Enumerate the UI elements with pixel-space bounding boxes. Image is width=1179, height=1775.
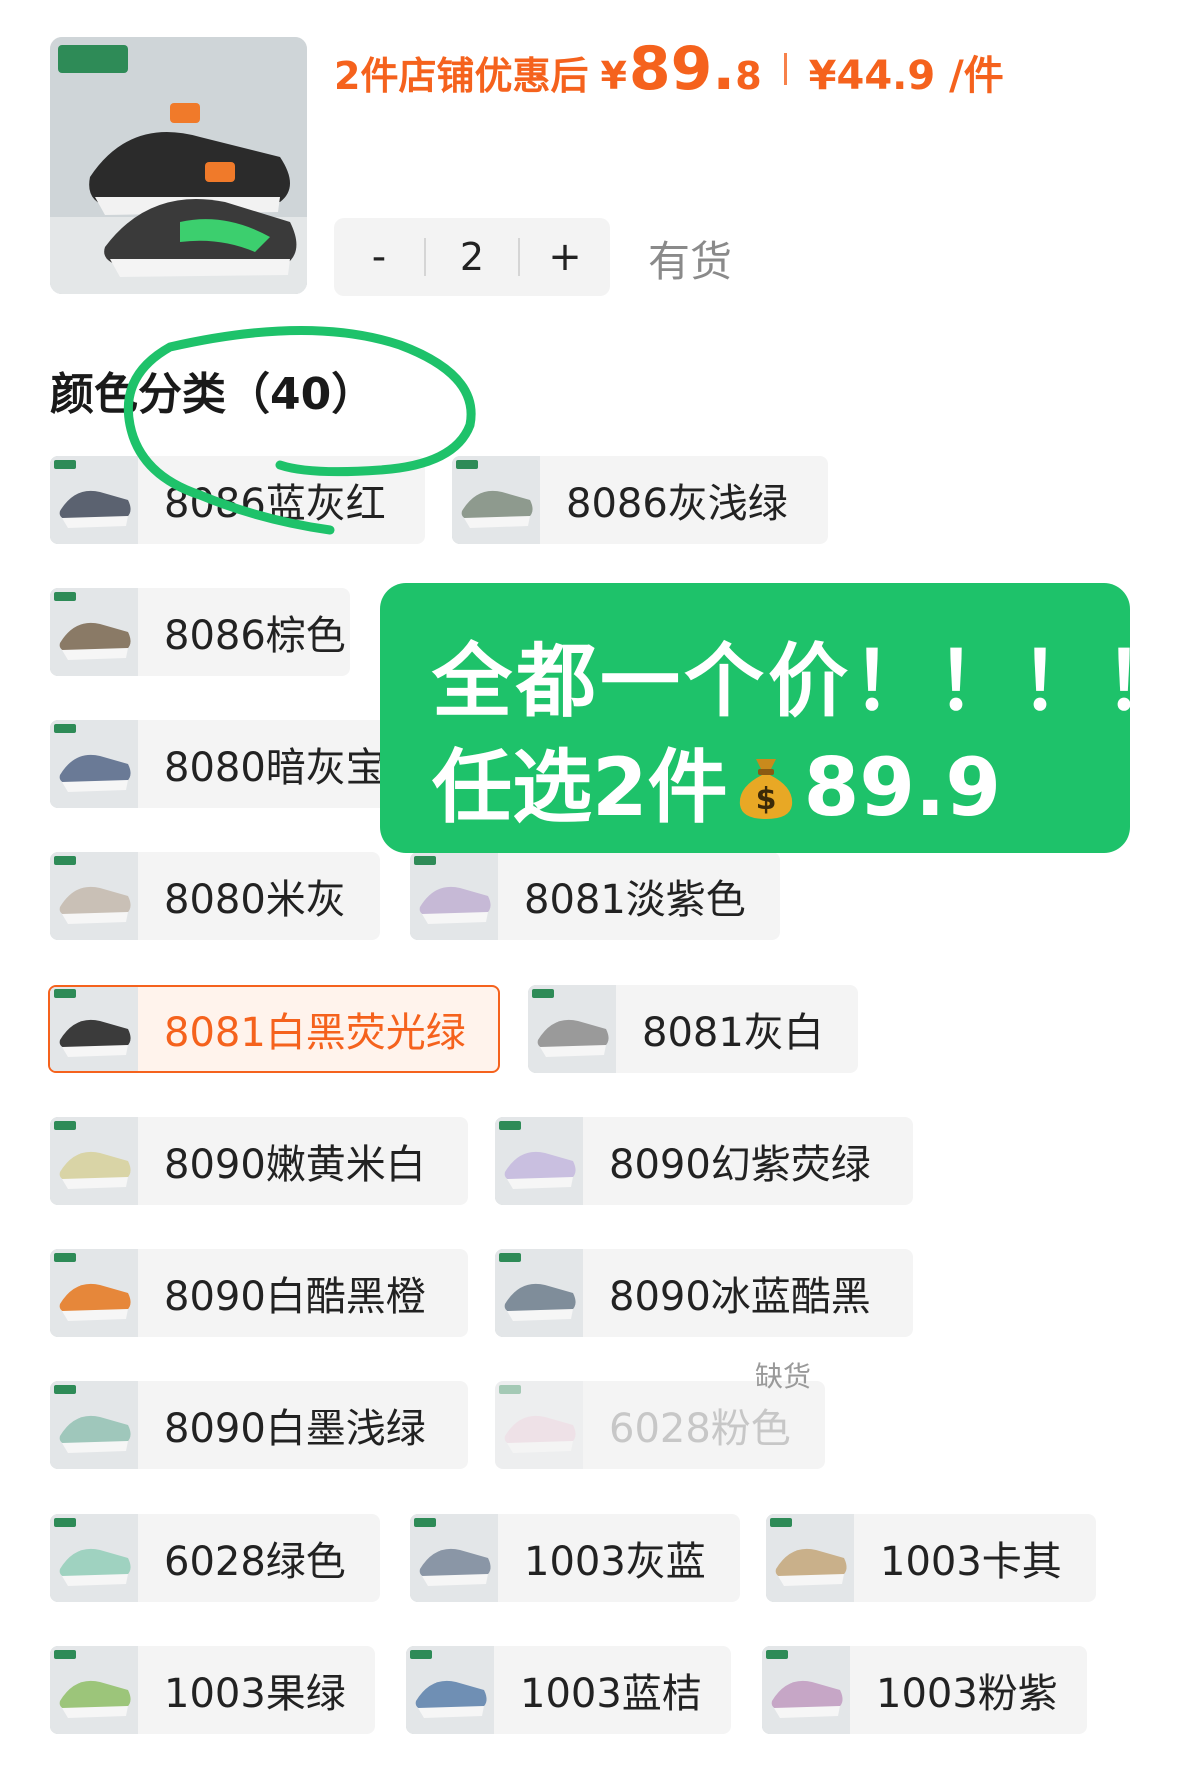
promo-banner: 全都一个价！！！！ 任选2件 $ 89.9 xyxy=(380,583,1179,853)
promo-line-2-prefix: 任选2件 xyxy=(432,741,728,834)
shoe-thumbnail-icon xyxy=(50,1381,138,1469)
color-option-label: 8086灰浅绿 xyxy=(566,481,788,527)
unit-price: ¥44.9 /件 xyxy=(808,53,1004,99)
product-thumbnail[interactable] xyxy=(50,37,307,294)
shoe-thumbnail-icon xyxy=(410,852,498,940)
color-option-label: 6028绿色 xyxy=(164,1539,346,1585)
shoe-thumbnail-icon xyxy=(50,588,138,676)
color-option-label: 8080米灰 xyxy=(164,877,346,923)
shoe-thumbnail-icon xyxy=(50,852,138,940)
color-option[interactable]: 8090冰蓝酷黑 xyxy=(495,1249,913,1337)
color-option[interactable]: 8086棕色 xyxy=(50,588,350,676)
color-option-label: 8090嫩黄米白 xyxy=(164,1142,426,1188)
color-option-label: 8090幻紫荧绿 xyxy=(609,1142,871,1188)
promo-label: 2件店铺优惠后 xyxy=(334,54,589,98)
color-option-label: 1003灰蓝 xyxy=(524,1539,706,1585)
price-divider xyxy=(783,53,787,85)
shoe-thumbnail-icon xyxy=(495,1117,583,1205)
shoe-thumbnail-icon xyxy=(410,1514,498,1602)
sneaker-product-image xyxy=(50,37,307,294)
shoe-thumbnail-icon xyxy=(766,1514,854,1602)
promo-price-line: 2件店铺优惠后 ¥ 89. 8 ¥44.9 /件 xyxy=(334,34,1004,104)
stock-status: 有货 xyxy=(648,237,733,286)
out-of-stock-badge: 缺货 xyxy=(755,1360,812,1393)
color-option-label: 8081灰白 xyxy=(642,1010,824,1056)
shoe-thumbnail-icon xyxy=(50,1249,138,1337)
color-option-label: 8090白墨浅绿 xyxy=(164,1406,426,1452)
shoe-thumbnail-icon xyxy=(50,720,138,808)
decrease-button[interactable]: - xyxy=(334,234,424,280)
color-option[interactable]: 8081灰白 xyxy=(528,985,858,1073)
svg-text:$: $ xyxy=(755,782,776,817)
shoe-thumbnail-icon xyxy=(406,1646,494,1734)
shoe-thumbnail-icon xyxy=(50,1646,138,1734)
color-option[interactable]: 8090幻紫荧绿 xyxy=(495,1117,913,1205)
color-option[interactable]: 1003卡其 xyxy=(766,1514,1096,1602)
promo-line-1: 全都一个价！！！！ xyxy=(432,635,1179,728)
quantity-value[interactable]: 2 xyxy=(426,235,518,279)
shoe-thumbnail-icon xyxy=(50,1514,138,1602)
color-option-label: 8080暗灰宝蓝 xyxy=(164,745,390,791)
promo-line-2-price: 89.9 xyxy=(803,741,1002,834)
shoe-thumbnail-icon xyxy=(50,987,138,1071)
color-option[interactable]: 1003果绿 xyxy=(50,1646,375,1734)
color-option[interactable]: 8090白酷黑橙 xyxy=(50,1249,468,1337)
promo-price-decimal: 8 xyxy=(735,54,762,98)
color-option[interactable]: 1003灰蓝 xyxy=(410,1514,740,1602)
color-option[interactable]: 1003粉紫 xyxy=(762,1646,1087,1734)
promo-price-integer: 89. xyxy=(628,34,736,104)
shoe-thumbnail-icon xyxy=(528,985,616,1073)
quantity-stepper: - 2 + xyxy=(334,218,610,296)
money-bag-icon: $ xyxy=(739,759,792,819)
color-option-label: 6028粉色 xyxy=(609,1406,791,1452)
color-option[interactable]: 1003蓝桔 xyxy=(406,1646,731,1734)
increase-button[interactable]: + xyxy=(520,234,610,280)
shoe-thumbnail-icon xyxy=(50,1117,138,1205)
hand-drawn-circle-annotation xyxy=(123,326,476,535)
color-option-label: 1003果绿 xyxy=(164,1671,346,1717)
color-option[interactable]: 8081白黑荧光绿 xyxy=(48,985,500,1073)
color-option[interactable]: 8086灰浅绿 xyxy=(452,456,828,544)
color-option-label: 8090白酷黑橙 xyxy=(164,1274,426,1320)
color-option[interactable]: 8080米灰 xyxy=(50,852,380,940)
shoe-thumbnail-icon xyxy=(495,1381,583,1469)
color-option[interactable]: 6028绿色 xyxy=(50,1514,380,1602)
color-option[interactable]: 8090嫩黄米白 xyxy=(50,1117,468,1205)
shoe-thumbnail-icon xyxy=(762,1646,850,1734)
promo-line-2: 任选2件 $ 89.9 xyxy=(432,723,1001,839)
color-option[interactable]: 8080暗灰宝蓝 xyxy=(50,720,390,808)
color-option-label: 8090冰蓝酷黑 xyxy=(609,1274,871,1320)
color-option-label: 8081淡紫色 xyxy=(524,877,746,923)
color-option-label: 1003粉紫 xyxy=(876,1671,1058,1717)
shoe-thumbnail-icon xyxy=(495,1249,583,1337)
color-option-label: 1003蓝桔 xyxy=(520,1671,702,1717)
color-option-label: 8081白黑荧光绿 xyxy=(164,1010,466,1056)
color-option[interactable]: 8090白墨浅绿 xyxy=(50,1381,468,1469)
color-option-label: 1003卡其 xyxy=(880,1539,1062,1585)
currency-symbol: ¥ xyxy=(600,54,627,98)
color-option[interactable]: 8081淡紫色 xyxy=(410,852,780,940)
color-option-label: 8086棕色 xyxy=(164,613,346,659)
